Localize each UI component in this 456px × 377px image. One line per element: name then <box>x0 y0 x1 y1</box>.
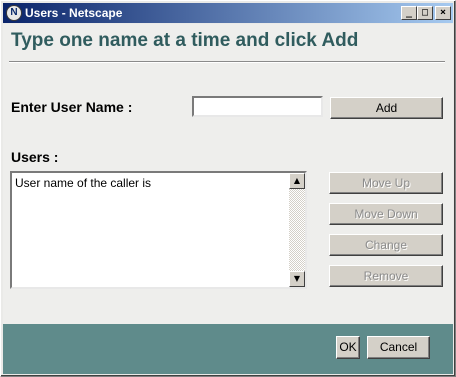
window-title: Users - Netscape <box>25 6 123 20</box>
remove-button[interactable]: Remove <box>329 265 443 287</box>
dialog-window: N Users - Netscape _ □ × Type one name a… <box>0 0 456 377</box>
user-name-label: Enter User Name : <box>11 99 133 115</box>
maximize-button[interactable]: □ <box>417 6 433 20</box>
cancel-button[interactable]: Cancel <box>367 336 430 359</box>
list-item[interactable]: User name of the caller is <box>15 176 151 190</box>
add-button[interactable]: Add <box>330 97 443 119</box>
button-bar: OK Cancel <box>3 324 453 374</box>
move-down-button[interactable]: Move Down <box>329 203 443 225</box>
netscape-icon: N <box>6 5 22 21</box>
title-bar[interactable]: N Users - Netscape _ □ × <box>3 3 453 23</box>
listbox-scrollbar[interactable]: ▲ ▼ <box>289 173 305 287</box>
move-up-button[interactable]: Move Up <box>329 172 443 194</box>
change-button[interactable]: Change <box>329 234 443 256</box>
users-label: Users : <box>11 149 59 165</box>
minimize-button[interactable]: _ <box>401 6 417 20</box>
scroll-up-icon[interactable]: ▲ <box>289 173 305 189</box>
ok-button[interactable]: OK <box>336 336 360 359</box>
users-listbox[interactable]: User name of the caller is ▲ ▼ <box>10 171 307 289</box>
close-button[interactable]: × <box>435 6 451 20</box>
scroll-down-icon[interactable]: ▼ <box>289 271 305 287</box>
user-name-input[interactable] <box>192 96 323 117</box>
page-title: Type one name at a time and click Add <box>11 30 359 51</box>
dialog-content: Type one name at a time and click Add En… <box>3 24 453 324</box>
divider <box>9 61 445 63</box>
